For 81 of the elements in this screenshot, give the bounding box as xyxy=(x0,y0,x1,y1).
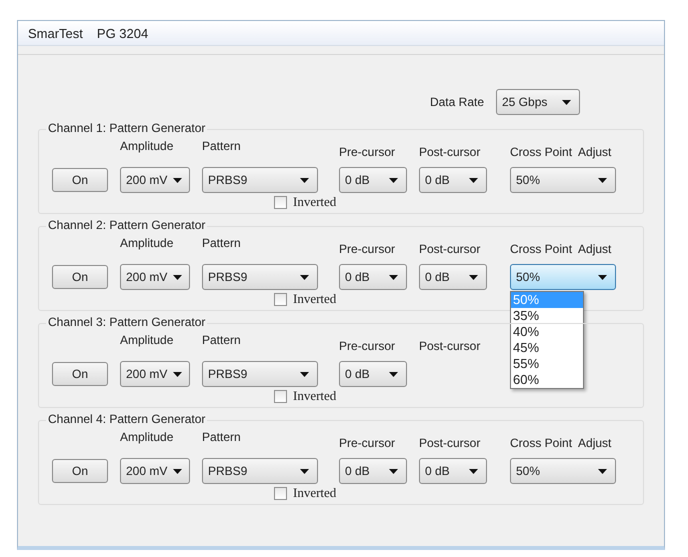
checkbox-label: Inverted xyxy=(293,485,336,501)
dropdown[interactable]: 0 dB xyxy=(419,264,487,290)
dropdown[interactable]: 50% xyxy=(510,264,616,290)
caret-icon xyxy=(389,372,398,376)
window-title: SmarTest xyxy=(28,26,83,40)
field-label: Post-cursor xyxy=(419,436,482,450)
on-button[interactable]: On xyxy=(52,362,108,386)
caret-icon xyxy=(389,178,398,182)
field-label: Pre-cursor xyxy=(339,145,396,159)
caret-icon xyxy=(300,468,309,474)
field-label: Amplitude xyxy=(120,430,174,444)
window-subtitle: PG 3204 xyxy=(96,26,148,40)
dropdown-option[interactable]: 40% xyxy=(511,324,583,340)
dropdown[interactable]: 200 mV xyxy=(120,361,190,387)
group-title: Channel 1: Pattern Generator xyxy=(46,121,208,135)
on-button[interactable]: On xyxy=(52,459,108,483)
field-label: Post-cursor xyxy=(419,145,482,159)
dropdown[interactable]: 0 dB xyxy=(339,264,407,290)
field-label: Data Rate xyxy=(430,95,484,109)
checkbox[interactable] xyxy=(274,486,287,500)
group-title: Channel 3: Pattern Generator xyxy=(46,315,208,329)
caret-icon xyxy=(389,468,398,474)
dropdown[interactable]: 0 dB xyxy=(339,458,407,484)
dropdown[interactable]: 200 mV xyxy=(120,264,190,290)
on-button[interactable]: On xyxy=(52,265,108,289)
field-label: Pattern xyxy=(202,139,242,153)
caret-icon xyxy=(469,468,478,474)
field-label: Pattern xyxy=(202,333,242,347)
caret-icon xyxy=(598,178,607,182)
dropdown[interactable]: 200 mV xyxy=(120,167,190,193)
caret-icon xyxy=(300,274,309,280)
field-label: Pre-cursor xyxy=(339,436,396,450)
field-label: Cross Point Adjust xyxy=(510,145,612,159)
field-label: Pattern xyxy=(202,236,242,250)
caret-icon xyxy=(598,274,607,280)
caret-icon xyxy=(562,100,571,104)
checkbox-label: Inverted xyxy=(293,194,336,210)
dropdown[interactable]: 50% xyxy=(510,167,616,193)
caret-icon xyxy=(300,372,309,376)
field-label: Pattern xyxy=(202,430,242,444)
dropdown-option[interactable]: 60% xyxy=(511,372,583,388)
dropdown[interactable]: 200 mV xyxy=(120,458,190,484)
field-label: Post-cursor xyxy=(419,242,482,256)
dropdown[interactable]: PRBS9 xyxy=(202,361,318,387)
field-label: Pre-cursor xyxy=(339,339,396,353)
field-label: Amplitude xyxy=(120,236,174,250)
caret-icon xyxy=(300,178,309,182)
group-title: Channel 4: Pattern Generator xyxy=(46,412,208,426)
dropdown[interactable]: PRBS9 xyxy=(202,458,318,484)
group-title: Channel 2: Pattern Generator xyxy=(46,218,208,232)
field-label: Cross Point Adjust xyxy=(510,242,612,256)
caret-icon xyxy=(173,274,182,280)
dropdown-option[interactable]: 55% xyxy=(511,356,583,372)
caret-icon xyxy=(173,468,182,474)
caret-icon xyxy=(469,178,478,182)
field-label: Amplitude xyxy=(120,139,174,153)
field-label: Post-cursor xyxy=(419,339,482,353)
checkbox-label: Inverted xyxy=(293,291,336,307)
caret-icon xyxy=(598,468,607,474)
dropdown[interactable]: 25 Gbps xyxy=(496,89,580,115)
dropdown-option[interactable]: 35% xyxy=(511,308,583,324)
caret-icon xyxy=(173,178,182,182)
dropdown[interactable]: 0 dB xyxy=(419,458,487,484)
caret-icon xyxy=(389,274,398,280)
checkbox[interactable] xyxy=(274,292,287,306)
dropdown[interactable]: 0 dB xyxy=(339,167,407,193)
dropdown-option[interactable]: 45% xyxy=(511,340,583,356)
caret-icon xyxy=(173,372,182,376)
dropdown[interactable]: PRBS9 xyxy=(202,167,318,193)
field-label: Amplitude xyxy=(120,333,174,347)
dropdown[interactable]: 50% xyxy=(510,458,616,484)
field-label: Cross Point Adjust xyxy=(510,436,612,450)
dropdown[interactable]: 0 dB xyxy=(339,361,407,387)
caret-icon xyxy=(469,274,478,280)
dropdown[interactable]: PRBS9 xyxy=(202,264,318,290)
dropdown[interactable]: 0 dB xyxy=(419,167,487,193)
checkbox[interactable] xyxy=(274,390,287,402)
on-button[interactable]: On xyxy=(52,168,108,192)
checkbox[interactable] xyxy=(274,196,287,208)
field-label: Pre-cursor xyxy=(339,242,396,256)
checkbox-label: Inverted xyxy=(293,388,336,404)
